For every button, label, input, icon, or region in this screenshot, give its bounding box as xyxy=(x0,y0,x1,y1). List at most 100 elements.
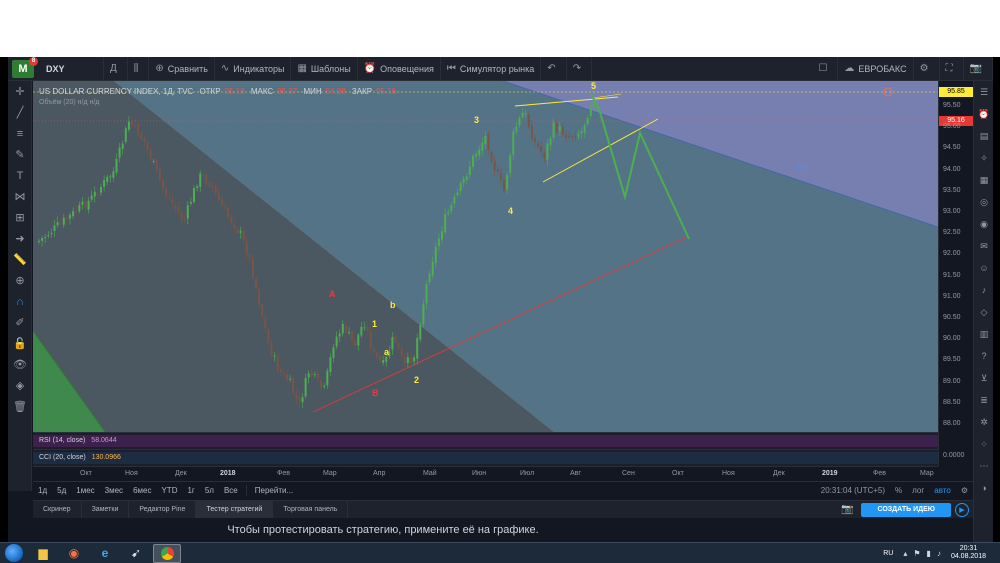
dom-button[interactable]: ▥ xyxy=(974,323,993,345)
magnet-tool[interactable]: ∩ xyxy=(8,291,32,312)
goto-date-button[interactable]: Перейти... xyxy=(250,486,298,495)
hotlist-button[interactable]: ✧ xyxy=(974,147,993,169)
candle-body xyxy=(481,142,484,151)
ruler-tool[interactable]: 📏 xyxy=(8,249,32,270)
people-button[interactable]: ☺ xyxy=(974,257,993,279)
text-tool[interactable]: T xyxy=(8,165,32,186)
taskbar-app-cursor[interactable]: ➹ xyxy=(122,544,150,563)
panel-tab[interactable]: Скринер xyxy=(33,500,82,519)
crosshair-tool[interactable]: ✛ xyxy=(8,81,32,102)
screener-sidebar-button[interactable]: ⊻ xyxy=(974,367,993,389)
candle-body xyxy=(577,133,580,137)
clock[interactable]: 20:31 04.08.2018 xyxy=(951,545,986,561)
gear-sidebar-button[interactable]: ✲ xyxy=(974,411,993,433)
range-button[interactable]: 6мес xyxy=(128,486,156,495)
panel-tab[interactable]: Торговая панель xyxy=(273,500,349,519)
range-button[interactable]: YTD xyxy=(156,486,182,495)
trendline-tool[interactable]: ╱ xyxy=(8,102,32,123)
log-scale-toggle[interactable]: лог xyxy=(907,486,929,495)
range-button[interactable]: 3мес xyxy=(100,486,128,495)
lock-drawing-tool[interactable]: ✐ xyxy=(8,312,32,333)
taskbar-ie[interactable]: e xyxy=(91,544,119,563)
order-panel-button[interactable]: ◇ xyxy=(974,301,993,323)
tray-arrow-icon[interactable]: ▴ xyxy=(903,549,907,558)
compare-button[interactable]: ⊕ Сравнить xyxy=(149,57,215,81)
lock-tool[interactable]: 🔓 xyxy=(8,333,32,354)
utc-clock[interactable]: 20:31:04 (UTC+5) xyxy=(816,486,890,495)
panel-tab[interactable]: Редактор Pine xyxy=(129,500,197,519)
rsi-pane[interactable]: RSI (14, close) 58.0644 xyxy=(33,432,938,449)
taskbar-app-eye[interactable]: ◉ xyxy=(60,544,88,563)
range-button[interactable]: 1мес xyxy=(71,486,99,495)
cci-pane[interactable]: CCI (20, close) 130.0966 xyxy=(33,449,938,466)
replay-button[interactable]: ⏮ Симулятор рынка xyxy=(441,57,542,81)
panel-tab[interactable]: Заметки xyxy=(82,500,130,519)
fullscreen-button[interactable]: ⛶ xyxy=(940,57,964,81)
range-button[interactable]: 1д xyxy=(33,486,52,495)
snapshot-button[interactable]: 📷 xyxy=(964,57,993,81)
candle-body xyxy=(127,121,130,130)
symbol-search[interactable]: DXY xyxy=(40,57,104,81)
calendar-button[interactable]: ▦ xyxy=(974,169,993,191)
delete-tool[interactable]: 🗑 xyxy=(8,396,32,417)
pitchfork-tool[interactable]: ≡ xyxy=(8,123,32,144)
layers-tool[interactable]: ◈ xyxy=(8,375,32,396)
app-logo[interactable]: M8 xyxy=(12,57,38,78)
ideas-button[interactable]: ◎ xyxy=(974,191,993,213)
hide-button[interactable]: ◑ xyxy=(974,477,993,499)
range-button[interactable]: Все xyxy=(219,486,243,495)
streams-button[interactable]: ◉ xyxy=(974,213,993,235)
undo-button[interactable]: ↶ xyxy=(541,57,567,81)
prediction-tool[interactable]: ⊞ xyxy=(8,207,32,228)
data-window-button[interactable]: ▤ xyxy=(974,125,993,147)
arrow-tool[interactable]: ➜ xyxy=(8,228,32,249)
range-button[interactable]: 5д xyxy=(52,486,71,495)
camera-icon[interactable]: 📷 xyxy=(841,504,853,515)
more-button[interactable]: ⋯ xyxy=(974,455,993,477)
tray-network-icon[interactable]: ▮ xyxy=(927,549,931,558)
notifications-button[interactable]: ♪ xyxy=(974,279,993,301)
pattern-tool[interactable]: ⋈ xyxy=(8,186,32,207)
visibility-tool[interactable]: 👁 xyxy=(8,354,32,375)
start-button[interactable] xyxy=(5,544,23,562)
taskbar-chrome[interactable] xyxy=(153,543,181,563)
candle-body xyxy=(233,224,236,229)
apps-button[interactable]: ⁘ xyxy=(974,433,993,455)
watchlist-button[interactable]: ☰ xyxy=(974,81,993,103)
panel-tab[interactable]: Тестер стратегий xyxy=(196,500,274,519)
indicator-axis: 0.0000 xyxy=(938,432,973,466)
alerts-button[interactable]: ⏰ Оповещения xyxy=(358,57,441,81)
indicators-button[interactable]: ∿ Индикаторы xyxy=(215,57,292,81)
zoom-tool[interactable]: ⊕ xyxy=(8,270,32,291)
percent-scale-toggle[interactable]: % xyxy=(890,486,907,495)
redo-button[interactable]: ↷ xyxy=(567,57,593,81)
rsi-value: 58.0644 xyxy=(91,437,117,444)
interval-button[interactable]: Д xyxy=(104,57,128,81)
chart-style-button[interactable]: ⫼ xyxy=(128,57,150,81)
settings-button[interactable]: ⚙ xyxy=(914,57,940,81)
create-idea-button[interactable]: СОЗДАТЬ ИДЕЮ xyxy=(861,502,951,517)
news-button[interactable]: ≣ xyxy=(974,389,993,411)
range-button[interactable]: 1г xyxy=(182,486,199,495)
chat-button[interactable]: ✉ xyxy=(974,235,993,257)
help-button[interactable]: ? xyxy=(974,345,993,367)
chart-legend: US DOLLAR CURRENCY INDEX, 1Д, TVC ОТКР 95… xyxy=(39,87,400,96)
layout-select-button[interactable]: ☐ xyxy=(812,57,839,81)
tray-volume-icon[interactable]: ♪ xyxy=(937,549,941,558)
price-axis[interactable]: 95.85 95.16 95.50 95.00 94.50 94.00 93.50 93.… xyxy=(938,81,973,432)
taskbar-explorer[interactable]: ▆ xyxy=(29,544,57,563)
templates-button[interactable]: ▦ Шаблоны xyxy=(291,57,358,81)
price-chart[interactable]: US DOLLAR CURRENCY INDEX, 1Д, TVC ОТКР 95… xyxy=(33,81,938,432)
play-button[interactable]: ▶ xyxy=(955,502,969,517)
time-axis[interactable]: Окт Ноя Дек 2018 Фев Мар Апр Май Июн Июл Авг Сен Окт… xyxy=(33,466,938,480)
auto-scale-toggle[interactable]: авто xyxy=(929,486,956,495)
language-indicator[interactable]: RU xyxy=(883,550,893,557)
chart-settings-gear[interactable]: ⚙ xyxy=(956,486,973,495)
tray-flag-icon[interactable]: ⚑ xyxy=(913,549,920,558)
candle-body xyxy=(75,210,78,213)
save-layout-button[interactable]: ☁ ЕВРОБАКС xyxy=(838,57,914,81)
range-button[interactable]: 5л xyxy=(200,486,219,495)
alerts-sidebar-button[interactable]: ⏰ xyxy=(974,103,993,125)
brush-tool[interactable]: ✎ xyxy=(8,144,32,165)
dom-icon: ▥ xyxy=(979,328,989,339)
